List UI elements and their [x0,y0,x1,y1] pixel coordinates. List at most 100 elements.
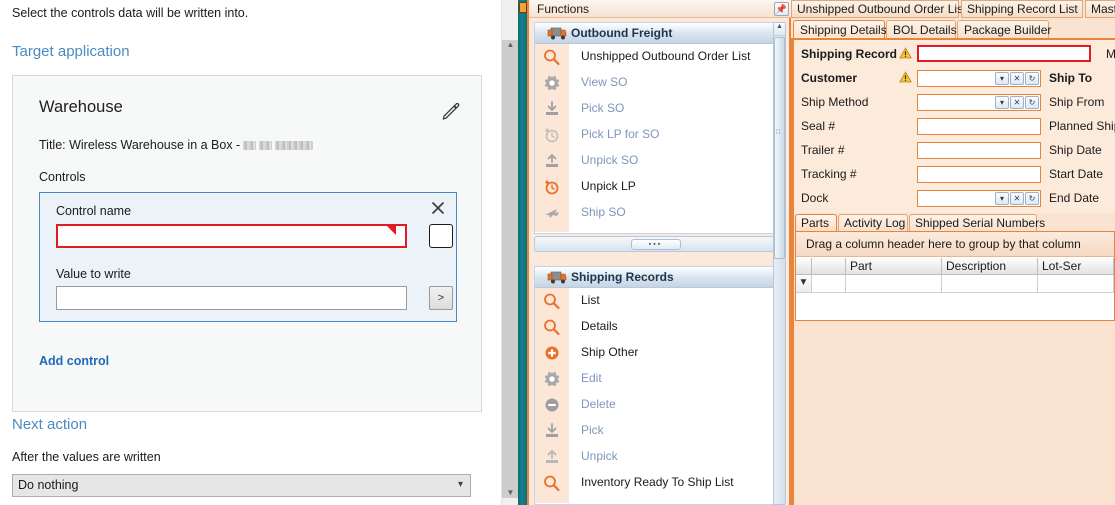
function-group-outbound-freight: Outbound Freight Unshipped Outbound Orde… [534,22,777,234]
tab-package-builder[interactable]: Package Builder [957,20,1052,39]
function-item-unpick-so[interactable]: Unpick SO [535,148,776,174]
label-shipping-record: Shipping Record [801,47,897,61]
trailer-number-input[interactable] [917,142,1041,159]
intro-text: Select the controls data will be written… [12,6,249,20]
grid-tabstrip: Parts Activity Log Shipped Serial Number… [795,214,1115,232]
value-to-write-input[interactable] [56,286,407,310]
function-item-pick-lp-for-so[interactable]: Pick LP for SO [535,122,776,148]
seal-number-input[interactable] [917,118,1041,135]
scrollbar-thumb[interactable] [502,40,519,498]
minus-circle-icon [542,396,562,414]
grid-tab-activity-log[interactable]: Activity Log [838,214,908,232]
function-item-unpick[interactable]: Unpick [535,444,776,470]
function-item-unshipped-outbound-order-list[interactable]: Unshipped Outbound Order List [535,44,776,70]
function-item-label: Pick LP for SO [581,127,660,141]
doc-tab-shipping-record-list[interactable]: Shipping Record List [961,0,1083,18]
ship-method-lookup[interactable]: ▾ ✕ ↻ [917,94,1041,111]
function-group-header[interactable]: Shipping Records [535,267,776,288]
function-item-ship-other[interactable]: Ship Other [535,340,776,366]
screen-root: Select the controls data will be written… [0,0,1115,505]
search-icon [542,292,562,310]
grid-tab-parts[interactable]: Parts [795,214,837,232]
grid-column-header-description[interactable]: Description [942,258,1038,275]
function-item-ship-so[interactable]: Ship SO [535,200,776,226]
add-control-link[interactable]: Add control [39,354,109,368]
control-name-input[interactable] [56,224,407,248]
doc-tab-unshipped-outbound-order-list[interactable]: Unshipped Outbound Order List [791,0,966,18]
airplane-icon [542,204,562,222]
function-group-header[interactable]: Outbound Freight [535,23,776,44]
grid-filter-cell[interactable] [1038,275,1114,293]
function-item-edit[interactable]: Edit [535,366,776,392]
function-item-label: Pick [581,423,604,437]
grid-column-header-lot-ser[interactable]: Lot-Ser [1038,258,1114,275]
function-item-list[interactable]: List [535,288,776,314]
pin-icon[interactable]: 📌 [774,2,789,16]
customer-lookup[interactable]: ▾ ✕ ↻ [917,70,1041,87]
clear-x-icon[interactable]: ✕ [1010,72,1024,85]
grid-tab-shipped-serial-numbers[interactable]: Shipped Serial Numbers [909,214,1045,232]
grid-filter-cell[interactable] [846,275,942,293]
tab-label: Shipping Details [800,23,887,37]
required-corner-flag [387,224,396,238]
doc-tab-master-shipment[interactable]: Master Shi [1085,0,1115,18]
tab-shipping-details[interactable]: Shipping Details [793,20,887,39]
document-tabstrip: Unshipped Outbound Order List Shipping R… [791,0,1115,18]
grid-column-header-part[interactable]: Part [846,258,942,275]
left-pane-scrollbar[interactable]: ▲ ▼ [501,0,519,505]
next-action-select[interactable]: Do nothing ▾ [12,474,471,497]
refresh-icon[interactable]: ↻ [1025,192,1039,205]
chevron-down-icon[interactable]: ▾ [995,192,1009,205]
tab-label: Package Builder [964,23,1052,37]
functions-panel-scrollbar[interactable]: ▲ ∷ [773,22,786,505]
clear-x-icon[interactable]: ✕ [1010,96,1024,109]
label-planned-ship-date: Planned Ship D [1049,119,1115,133]
grid-filter-cell[interactable] [812,275,846,293]
function-item-inventory-ready-to-ship-list[interactable]: Inventory Ready To Ship List [535,470,776,496]
function-item-view-so[interactable]: View SO [535,70,776,96]
function-item-details[interactable]: Details [535,314,776,340]
function-item-label: Unpick LP [581,179,636,193]
filter-icon[interactable]: ▼ [796,275,812,293]
target-application-heading: Target application [12,43,130,60]
doc-tab-label: Shipping Record List [967,2,1078,16]
truck-icon [545,270,567,285]
functions-dock-panel: Functions 📌 Outbound Freight Unshipped O… [527,0,793,505]
control-entry-box: Control name Value to write > [39,192,457,322]
shipping-record-input[interactable] [917,45,1091,62]
group-collapse-handle[interactable]: ▪▪▪ [534,236,777,252]
lookup-buttons: ▾ ✕ ↻ [995,72,1039,85]
tab-label: BOL Details [893,23,957,37]
label-ship-date: Ship Date [1049,143,1102,157]
clear-x-icon[interactable]: ✕ [1010,192,1024,205]
refresh-icon[interactable]: ↻ [1025,72,1039,85]
grid-column-header[interactable] [796,258,812,275]
function-item-pick[interactable]: Pick [535,418,776,444]
expand-value-button[interactable]: > [429,286,453,310]
close-x-icon[interactable] [429,199,447,217]
dock-lookup[interactable]: ▾ ✕ ↻ [917,190,1041,207]
tracking-number-input[interactable] [917,166,1041,183]
function-item-delete[interactable]: Delete [535,392,776,418]
element-picker-icon[interactable] [429,224,453,248]
grid-filter-cell[interactable] [942,275,1038,293]
grid-group-bar[interactable]: Drag a column header here to group by th… [796,232,1114,257]
doc-tab-label: Unshipped Outbound Order List [797,2,967,16]
chevron-down-icon[interactable]: ▼ [502,488,519,505]
label-trailer-number: Trailer # [801,143,845,157]
chevron-up-icon[interactable]: ▲ [502,40,519,57]
refresh-icon[interactable]: ↻ [1025,96,1039,109]
card-subtitle: Title: Wireless Warehouse in a Box - [39,138,314,152]
ms-label: MS [1106,47,1115,61]
chevron-down-icon[interactable]: ▾ [995,72,1009,85]
scrollbar-thumb[interactable] [774,37,785,259]
chevron-down-icon[interactable]: ▾ [995,96,1009,109]
function-item-unpick-lp[interactable]: Unpick LP [535,174,776,200]
function-item-pick-so[interactable]: Pick SO [535,96,776,122]
chevron-up-icon[interactable]: ▲ [774,23,785,36]
inner-tabstrip: Shipping Details BOL Details Package Bui… [793,20,1115,39]
tab-bol-details[interactable]: BOL Details [886,20,957,39]
grid-column-header[interactable] [812,258,846,275]
function-group-title: Outbound Freight [571,26,673,40]
pencil-icon[interactable] [441,100,461,120]
